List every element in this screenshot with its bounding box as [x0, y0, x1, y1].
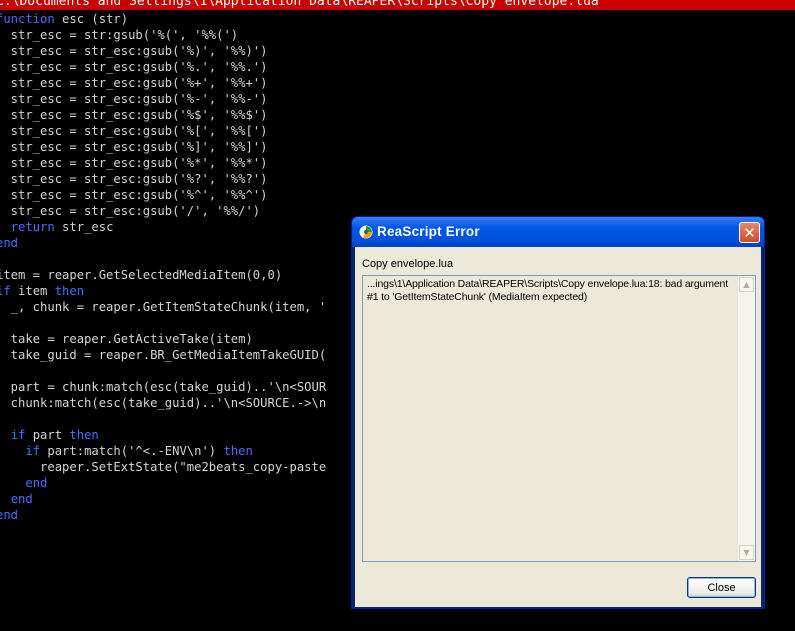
code-line: reaper.SetExtState("me2beats_copy-paste: [0, 459, 326, 475]
code-line: str_esc = str_esc:gsub('%]', '%%]'): [0, 139, 268, 155]
code-keyword: if: [10, 428, 26, 442]
code-line: str_esc = str_esc:gsub('%)', '%%)'): [0, 43, 268, 59]
code-text: str_esc: [54, 220, 114, 234]
code-text: esc (str): [54, 12, 129, 26]
code-text: str_esc = str_esc:gsub('%+', '%%+'): [0, 76, 268, 90]
editor-title: C:\Documents and Settings\1\Application …: [0, 0, 599, 9]
code-text: part = chunk:match(esc(take_guid)..'\n<S…: [0, 380, 327, 394]
code-line: str_esc = str_esc:gsub('%-', '%%-'): [0, 91, 268, 107]
code-line: str_esc = str_esc:gsub('%?', '%%?'): [0, 171, 268, 187]
code-text: str_esc = str_esc:gsub('%?', '%%?'): [0, 172, 268, 186]
code-keyword: then: [69, 428, 99, 442]
code-text: str_esc = str_esc:gsub('/', '%%/'): [0, 204, 261, 218]
code-keyword: function: [0, 12, 55, 26]
reaper-app-icon: [359, 225, 373, 239]
code-text: chunk:match(esc(take_guid)..'\n<SOURCE.-…: [0, 396, 327, 410]
code-keyword: if: [25, 444, 41, 458]
code-line: take = reaper.GetActiveTake(item): [0, 331, 253, 347]
code-line: if item then: [0, 283, 84, 299]
scroll-up-icon[interactable]: ▲: [739, 277, 754, 292]
code-keyword: end: [10, 492, 33, 506]
dialog-close-icon[interactable]: ✕: [739, 222, 760, 243]
code-line: return str_esc: [0, 219, 114, 235]
code-keyword: end: [0, 236, 19, 250]
code-text: str_esc = str_esc:gsub('%)', '%%)'): [0, 44, 268, 58]
code-line: part = chunk:match(esc(take_guid)..'\n<S…: [0, 379, 327, 395]
code-keyword: then: [223, 444, 253, 458]
error-message-text: ...ings\1\Application Data\REAPER\Script…: [367, 278, 728, 303]
code-line: take_guid = reaper.BR_GetMediaItemTakeGU…: [0, 347, 327, 363]
dialog-body: Copy envelope.lua ...ings\1\Application …: [355, 247, 761, 607]
code-text: _, chunk = reaper.GetItemStateChunk(item…: [0, 300, 327, 314]
code-line: str_esc = str_esc:gsub('%^', '%%^'): [0, 187, 268, 203]
code-text: part: [25, 428, 70, 442]
dialog-title: ReaScript Error: [377, 224, 480, 239]
code-line: if part then: [0, 427, 99, 443]
code-text: str_esc = str:gsub('%(', '%%('): [0, 28, 239, 42]
dialog-title-bar[interactable]: ReaScript Error ✕: [352, 217, 764, 247]
code-text: item = reaper.GetSelectedMediaItem(0,0): [0, 268, 283, 282]
error-dialog: ReaScript Error ✕ Copy envelope.lua ...i…: [351, 216, 765, 609]
message-scrollbar[interactable]: ▲ ▼: [737, 276, 755, 561]
code-line: function esc (str): [0, 11, 128, 27]
code-line: if part:match('^<.-ENV\n') then: [0, 443, 253, 459]
editor-title-bar: C:\Documents and Settings\1\Application …: [0, 0, 795, 10]
code-text: str_esc = str_esc:gsub('%^', '%%^'): [0, 188, 268, 202]
code-line: end: [0, 507, 18, 523]
error-message-box[interactable]: ...ings\1\Application Data\REAPER\Script…: [362, 275, 756, 562]
script-name-label: Copy envelope.lua: [362, 258, 454, 270]
code-line: str_esc = str_esc:gsub('%$', '%%$'): [0, 107, 268, 123]
code-line: _, chunk = reaper.GetItemStateChunk(item…: [0, 299, 327, 315]
code-line: str_esc = str_esc:gsub('/', '%%/'): [0, 203, 260, 219]
code-text: item: [10, 284, 55, 298]
code-text: str_esc = str_esc:gsub('%*', '%%*'): [0, 156, 268, 170]
code-keyword: then: [54, 284, 85, 298]
code-line: end: [0, 235, 18, 251]
code-keyword: end: [0, 508, 19, 522]
scroll-down-icon[interactable]: ▼: [739, 545, 754, 560]
code-line: end: [0, 475, 47, 491]
code-text: str_esc = str_esc:gsub('%]', '%%]'): [0, 140, 268, 154]
code-line: chunk:match(esc(take_guid)..'\n<SOURCE.-…: [0, 395, 327, 411]
code-text: take_guid = reaper.BR_GetMediaItemTakeGU…: [0, 348, 327, 362]
code-text: str_esc = str_esc:gsub('%[', '%%['): [0, 124, 268, 138]
code-keyword: return: [10, 220, 55, 234]
code-line: str_esc = str_esc:gsub('%.', '%%.'): [0, 59, 268, 75]
code-line: str_esc = str_esc:gsub('%+', '%%+'): [0, 75, 268, 91]
code-text: str_esc = str_esc:gsub('%.', '%%.'): [0, 60, 268, 74]
code-line: str_esc = str_esc:gsub('%[', '%%['): [0, 123, 268, 139]
code-keyword: if: [0, 284, 11, 298]
code-text: reaper.SetExtState("me2beats_copy-paste: [0, 460, 327, 474]
code-text: str_esc = str_esc:gsub('%-', '%%-'): [0, 92, 268, 106]
code-keyword: end: [25, 476, 48, 490]
code-line: str_esc = str:gsub('%(', '%%('): [0, 27, 238, 43]
close-button[interactable]: Close: [687, 577, 756, 598]
code-line: item = reaper.GetSelectedMediaItem(0,0): [0, 267, 282, 283]
code-line: str_esc = str_esc:gsub('%*', '%%*'): [0, 155, 268, 171]
code-text: str_esc = str_esc:gsub('%$', '%%$'): [0, 108, 268, 122]
code-line: end: [0, 491, 33, 507]
code-text: take = reaper.GetActiveTake(item): [0, 332, 253, 346]
code-text: part:match('^<.-ENV\n'): [40, 444, 224, 458]
